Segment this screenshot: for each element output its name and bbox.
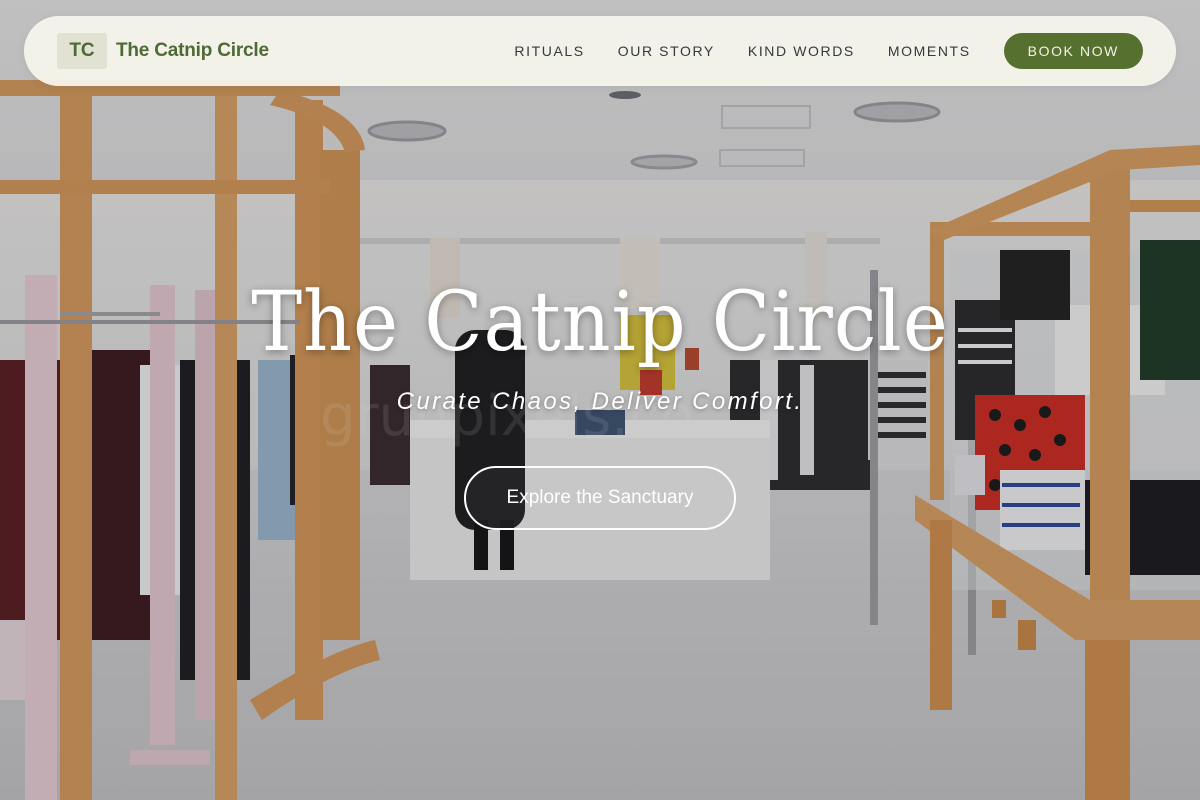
nav-link-kind-words[interactable]: KIND WORDS — [748, 43, 855, 59]
hero-section: The Catnip Circle Curate Chaos, Deliver … — [0, 270, 1200, 530]
nav-link-rituals[interactable]: RITUALS — [514, 43, 584, 59]
brand-logo[interactable]: TC The Catnip Circle — [57, 33, 269, 69]
nav-links: RITUALS OUR STORY KIND WORDS MOMENTS BOO… — [514, 33, 1143, 69]
brand-name: The Catnip Circle — [116, 40, 269, 61]
explore-sanctuary-button[interactable]: Explore the Sanctuary — [464, 466, 736, 530]
hero-title: The Catnip Circle — [251, 275, 949, 370]
nav-link-our-story[interactable]: OUR STORY — [618, 43, 715, 59]
brand-monogram: TC — [57, 33, 107, 69]
hero-tagline: Curate Chaos, Deliver Comfort. — [396, 388, 804, 415]
book-now-button[interactable]: BOOK NOW — [1003, 33, 1143, 69]
nav-link-moments[interactable]: MOMENTS — [888, 43, 971, 59]
main-navbar: TC The Catnip Circle RITUALS OUR STORY K… — [24, 16, 1176, 86]
